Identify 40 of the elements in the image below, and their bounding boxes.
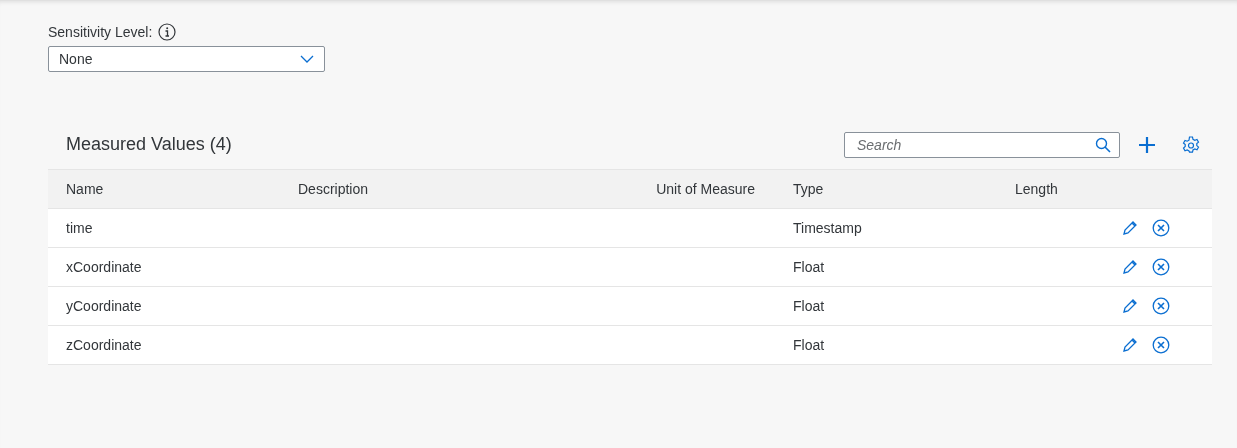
table-cell: xCoordinate [66,259,142,275]
table-cell: Float [793,298,825,314]
chevron-down-icon [300,55,314,63]
column-header: Description [298,181,369,197]
column-header: Type [793,181,824,197]
table-cell: zCoordinate [66,337,142,353]
delete-icon [1152,258,1170,276]
delete-button[interactable] [1152,219,1170,237]
add-button[interactable] [1138,135,1156,154]
table-cell: Float [793,337,825,353]
delete-icon [1152,219,1170,237]
search-field[interactable]: Search [844,131,1120,158]
field-label: Sensitivity Level: [48,24,153,40]
edit-button[interactable] [1122,259,1138,275]
sensitivity-dropdown[interactable]: None [48,46,325,72]
delete-icon [1152,336,1170,354]
delete-button[interactable] [1152,336,1170,354]
table-cell: yCoordinate [66,298,142,314]
edit-button[interactable] [1122,337,1138,353]
edit-button[interactable] [1122,298,1138,314]
edit-button[interactable] [1122,220,1138,236]
column-header: Length [1015,181,1058,197]
settings-button[interactable] [1182,135,1200,154]
table-title: Measured Values (4) [66,134,233,155]
delete-button[interactable] [1152,258,1170,276]
table-cell: Timestamp [793,220,862,236]
table-cell: Float [793,259,825,275]
pencil-icon [1122,337,1138,353]
pencil-icon [1122,298,1138,314]
column-header: Unit of Measure [656,181,756,197]
table-cell: time [66,220,93,236]
column-header: Name [66,181,104,197]
pencil-icon [1122,259,1138,275]
plus-icon [1138,135,1156,154]
search-icon [1095,136,1111,153]
info-icon[interactable] [158,23,177,41]
pencil-icon [1122,220,1138,236]
delete-icon [1152,297,1170,315]
settings-icon [1182,135,1200,154]
delete-button[interactable] [1152,297,1170,315]
